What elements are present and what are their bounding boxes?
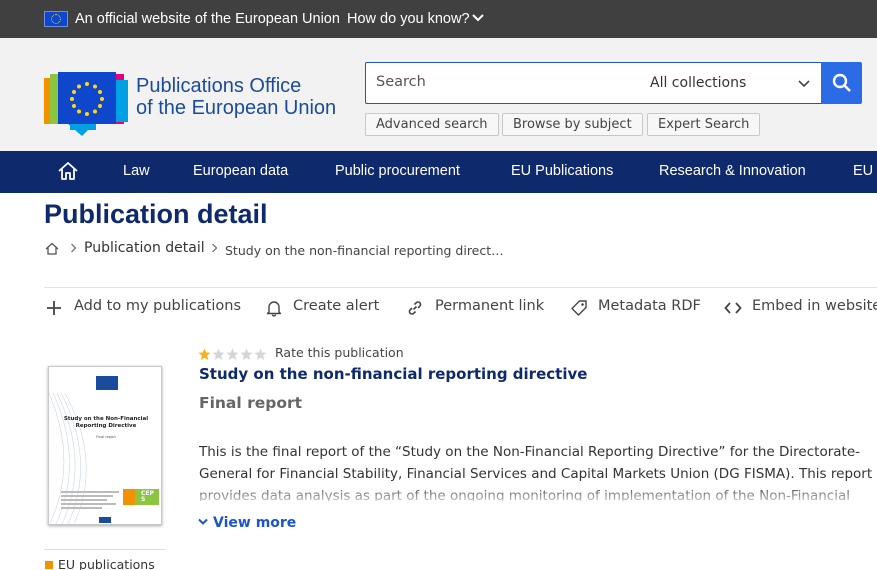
code-icon[interactable] (724, 299, 742, 317)
collection-select[interactable]: All collections (650, 75, 746, 91)
link-icon[interactable] (406, 299, 424, 317)
home-icon[interactable] (57, 161, 79, 181)
expert-search-button[interactable]: Expert Search (647, 113, 761, 136)
breadcrumb-separator-icon (71, 243, 77, 253)
eu-flag-icon (99, 517, 111, 523)
star-filled-icon[interactable] (198, 348, 211, 361)
add-to-my-publications-button[interactable]: Add to my publications (74, 298, 241, 314)
breadcrumb-link[interactable]: Publication detail (84, 240, 205, 256)
breadcrumb-current: Study on the non-financial reporting dir… (225, 243, 504, 258)
nav-item-eu-whoiswho[interactable]: EU W (853, 163, 877, 179)
ceps-logo: CEPS (123, 489, 159, 505)
search-box: All collections (365, 62, 862, 104)
publication-title: Study on the non-financial reporting dir… (199, 365, 588, 383)
nav-item-law[interactable]: Law (123, 163, 150, 179)
cover-title: Study on the Non-Financial Reporting Dir… (63, 416, 149, 429)
chevron-down-icon[interactable] (798, 80, 810, 88)
publication-subtitle: Final report (199, 394, 303, 412)
cover-text-lines (61, 491, 119, 511)
star-empty-icon[interactable] (254, 348, 267, 361)
breadcrumb-separator-icon (212, 243, 218, 253)
search-input[interactable] (376, 74, 626, 90)
search-button[interactable] (821, 62, 862, 104)
eu-flag-icon (44, 11, 68, 27)
permanent-link-button[interactable]: Permanent link (435, 298, 544, 314)
collection-tag[interactable]: EU publications (58, 557, 155, 570)
view-more-button[interactable]: View more (198, 515, 296, 531)
rate-this-publication-label: Rate this publication (275, 345, 404, 360)
nav-item-european-data[interactable]: European data (193, 163, 288, 179)
abstract-fade (199, 484, 877, 502)
search-icon (832, 73, 851, 92)
plus-icon[interactable] (45, 299, 63, 317)
publications-office-logo[interactable] (44, 70, 128, 140)
how-do-you-know-link[interactable]: How do you know? (347, 11, 470, 27)
divider (44, 287, 877, 288)
eu-official-bar: An official website of the European Unio… (0, 0, 877, 38)
publication-cover[interactable]: Study on the Non-Financial Reporting Dir… (48, 366, 162, 525)
star-empty-icon[interactable] (240, 348, 253, 361)
eu-flag-icon (96, 376, 118, 390)
ceps-logo-text: CEPS (141, 490, 154, 503)
browse-by-subject-button[interactable]: Browse by subject (502, 113, 643, 136)
advanced-search-button[interactable]: Advanced search (365, 113, 499, 136)
nav-item-eu-publications[interactable]: EU Publications (511, 163, 613, 179)
eu-official-text: An official website of the European Unio… (75, 11, 340, 27)
logo-text[interactable]: Publications Office of the European Unio… (136, 75, 336, 119)
nav-item-research-innovation[interactable]: Research & Innovation (659, 163, 806, 179)
tag-color-marker (45, 561, 53, 569)
chevron-down-icon (198, 518, 208, 525)
create-alert-button[interactable]: Create alert (293, 298, 379, 314)
metadata-rdf-button[interactable]: Metadata RDF (598, 298, 701, 314)
star-empty-icon[interactable] (226, 348, 239, 361)
embed-in-website-button[interactable]: Embed in website (752, 298, 877, 314)
nav-item-public-procurement[interactable]: Public procurement (335, 163, 460, 179)
chevron-down-icon[interactable] (472, 13, 484, 23)
view-more-label: View more (213, 515, 297, 531)
site-header: Publications Office of the European Unio… (0, 38, 877, 151)
main-navigation: Law European data Public procurement EU … (0, 151, 877, 193)
bell-icon[interactable] (265, 299, 283, 317)
cover-subtitle: Final report (96, 435, 116, 439)
page-title: Publication detail (44, 199, 268, 229)
star-empty-icon[interactable] (212, 348, 225, 361)
logo-line-1: Publications Office (136, 75, 302, 97)
breadcrumb-home-icon[interactable] (45, 242, 59, 255)
logo-line-2: of the European Union (136, 97, 337, 119)
rating-stars[interactable] (198, 346, 268, 361)
tag-icon[interactable] (570, 299, 588, 317)
divider (44, 549, 166, 550)
